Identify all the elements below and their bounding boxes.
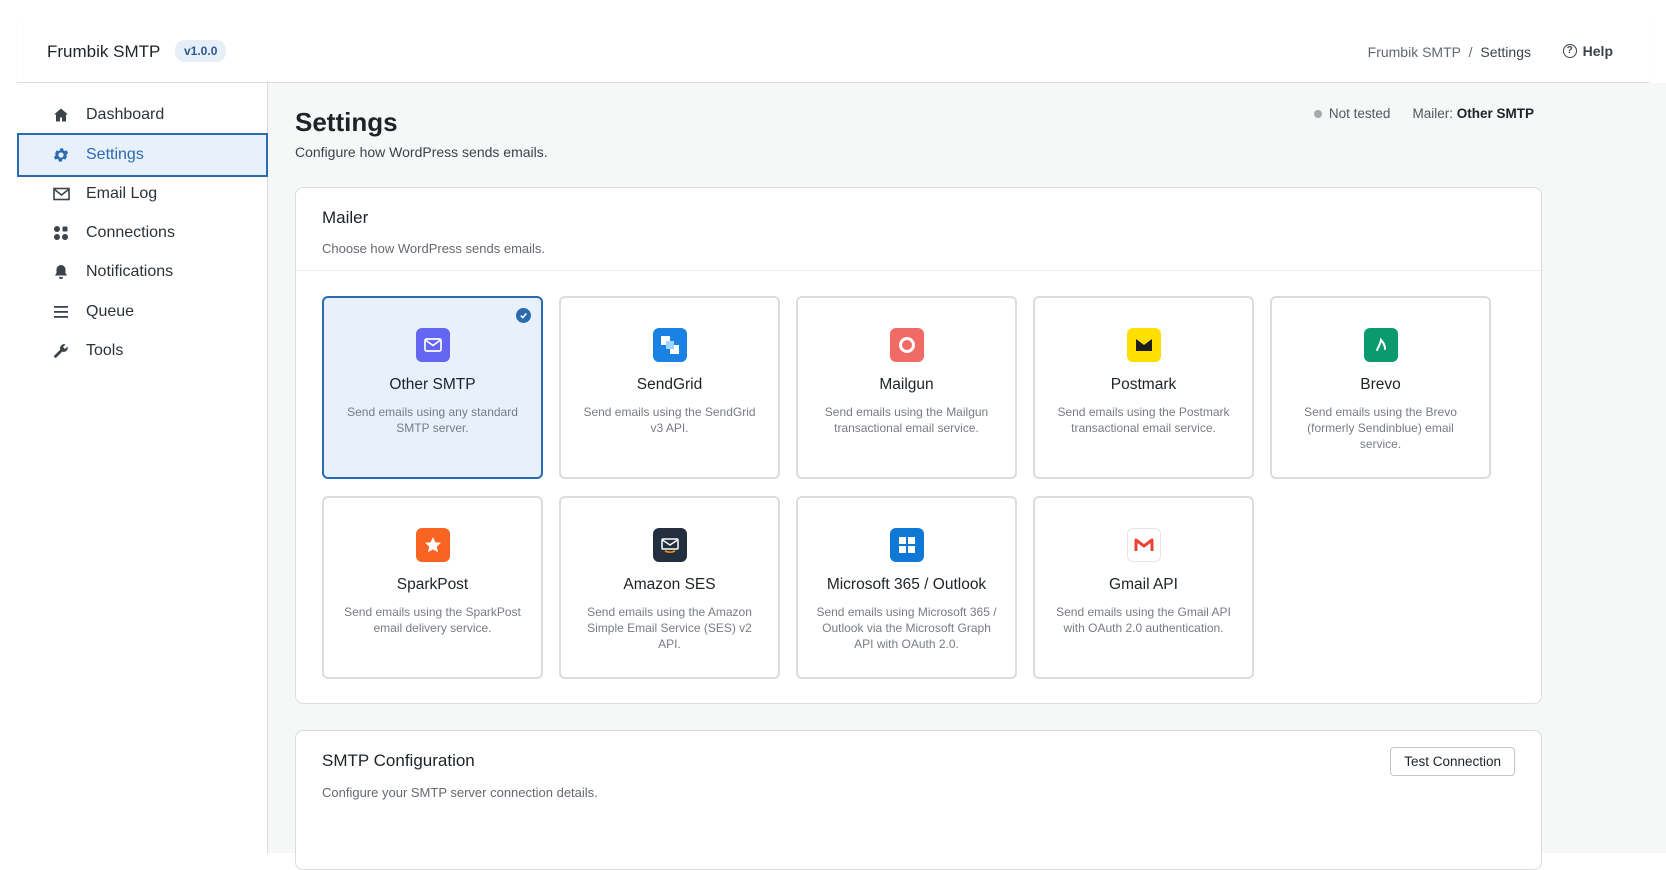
sidebar-item-label: Tools: [86, 342, 124, 359]
mailer-option-name: SendGrid: [636, 376, 703, 393]
status-text: Not tested: [1328, 106, 1391, 121]
windows-icon: [889, 528, 924, 562]
star-icon: [415, 528, 450, 562]
mailer-option-name: Postmark: [1110, 376, 1177, 393]
gear-icon: [52, 146, 70, 164]
mailer-option-sendgrid[interactable]: SendGrid Send emails using the SendGrid …: [559, 296, 780, 479]
mailer-option-gmail-api[interactable]: Gmail API Send emails using the Gmail AP…: [1033, 496, 1254, 679]
sidebar-item-tools[interactable]: Tools: [17, 329, 268, 373]
mailer-option-desc: Send emails using the Amazon Simple Emai…: [587, 605, 752, 651]
mailer-label: Mailer:: [1412, 106, 1453, 121]
sidebar-item-label: Notifications: [86, 263, 174, 280]
bell-icon: [52, 263, 70, 281]
sidebar: Dashboard Settings Email Log Connections…: [17, 83, 268, 853]
smtp-card-header: SMTP Configuration Configure your SMTP s…: [296, 731, 1541, 800]
sidebar-item-notifications[interactable]: Notifications: [17, 250, 268, 294]
mailer-value: Other SMTP: [1456, 106, 1534, 121]
mailer-option-desc: Send emails using the Mailgun transactio…: [824, 405, 989, 435]
smtp-card-subtitle: Configure your SMTP server connection de…: [322, 785, 598, 800]
envelope-icon: [415, 328, 450, 362]
page-subtitle: Configure how WordPress sends emails.: [295, 144, 548, 160]
mailer-card: Mailer Choose how WordPress sends emails…: [295, 187, 1542, 704]
envelope-icon: [52, 185, 70, 203]
status-dot-icon: [1313, 109, 1322, 118]
mailer-option-mailgun[interactable]: Mailgun Send emails using the Mailgun tr…: [796, 296, 1017, 479]
mailer-option-microsoft-365[interactable]: Microsoft 365 / Outlook Send emails usin…: [796, 496, 1017, 679]
mailer-option-name: SparkPost: [396, 576, 469, 593]
sidebar-item-dashboard[interactable]: Dashboard: [17, 93, 268, 137]
mailer-option-desc: Send emails using the Postmark transacti…: [1057, 405, 1230, 435]
amazon-icon: [652, 528, 687, 562]
breadcrumb-separator: /: [1468, 44, 1473, 60]
mailer-option-sparkpost[interactable]: SparkPost Send emails using the SparkPos…: [322, 496, 543, 679]
main-content: Settings Configure how WordPress sends e…: [268, 83, 1666, 870]
mailer-option-desc: Send emails using the SendGrid v3 API.: [583, 405, 756, 435]
help-icon: ?: [1562, 44, 1577, 58]
sidebar-item-label: Email Log: [86, 185, 158, 202]
mailer-option-name: Other SMTP: [389, 376, 476, 393]
selected-check-icon: [516, 308, 531, 323]
mailer-option-desc: Send emails using the Brevo (formerly Se…: [1304, 405, 1457, 451]
mailer-option-postmark[interactable]: Postmark Send emails using the Postmark …: [1033, 296, 1254, 479]
page-title: Settings: [295, 107, 398, 137]
mailer-option-brevo[interactable]: Brevo Send emails using the Brevo (forme…: [1270, 296, 1491, 479]
sidebar-item-label: Dashboard: [86, 106, 165, 123]
list-icon: [52, 303, 70, 321]
grid-dots-icon: [52, 224, 70, 242]
sidebar-item-settings[interactable]: Settings: [17, 133, 268, 177]
sidebar-item-connections[interactable]: Connections: [17, 211, 268, 255]
test-connection-button[interactable]: Test Connection: [1390, 747, 1515, 776]
brand-name: Frumbik SMTP: [47, 42, 161, 61]
sidebar-item-label: Connections: [86, 224, 175, 241]
mailer-option-name: Microsoft 365 / Outlook: [826, 576, 987, 593]
mailer-card-subtitle: Choose how WordPress sends emails.: [322, 241, 546, 256]
mailer-option-name: Mailgun: [879, 376, 934, 393]
sidebar-item-label: Queue: [86, 303, 135, 320]
mailer-option-desc: Send emails using any standard SMTP serv…: [347, 405, 518, 435]
sidebar-item-email-log[interactable]: Email Log: [17, 172, 268, 216]
home-icon: [52, 106, 70, 124]
mailer-option-desc: Send emails using the Gmail API with OAu…: [1056, 605, 1231, 635]
breadcrumb: Frumbik SMTP / Settings: [1368, 44, 1531, 60]
smtp-card-title: SMTP Configuration: [322, 751, 475, 770]
postmark-icon: [1126, 328, 1161, 362]
top-bar: Frumbik SMTP v1.0.0 Frumbik SMTP / Setti…: [17, 20, 1649, 83]
mailer-option-desc: Send emails using Microsoft 365 / Outloo…: [816, 605, 997, 651]
mailer-option-name: Brevo: [1360, 376, 1401, 393]
brevo-icon: [1363, 328, 1398, 362]
mailer-option-amazon-ses[interactable]: Amazon SES Send emails using the Amazon …: [559, 496, 780, 679]
help-label: Help: [1582, 43, 1613, 59]
help-link[interactable]: ? Help: [1562, 43, 1613, 59]
sidebar-item-queue[interactable]: Queue: [17, 290, 268, 334]
connection-status: Not tested: [1313, 106, 1391, 121]
sidebar-item-label: Settings: [86, 146, 144, 163]
wrench-icon: [52, 342, 70, 360]
sendgrid-icon: [652, 328, 687, 362]
mailer-option-desc: Send emails using the SparkPost email de…: [344, 605, 521, 635]
mailer-option-other-smtp[interactable]: Other SMTP Send emails using any standar…: [322, 296, 543, 479]
smtp-config-card: SMTP Configuration Configure your SMTP s…: [295, 730, 1542, 870]
mailer-card-header: Mailer Choose how WordPress sends emails…: [296, 188, 1541, 271]
mailer-option-name: Gmail API: [1109, 576, 1178, 593]
current-mailer: Mailer: Other SMTP: [1412, 106, 1534, 121]
mailer-option-name: Amazon SES: [623, 576, 716, 593]
breadcrumb-current: Settings: [1480, 44, 1531, 60]
status-bar: Not tested Mailer: Other SMTP: [1313, 106, 1534, 121]
mailgun-icon: [889, 328, 924, 362]
mailer-card-title: Mailer: [322, 208, 369, 227]
gmail-icon: [1126, 528, 1161, 562]
version-badge: v1.0.0: [175, 40, 227, 62]
breadcrumb-root[interactable]: Frumbik SMTP: [1368, 44, 1461, 60]
